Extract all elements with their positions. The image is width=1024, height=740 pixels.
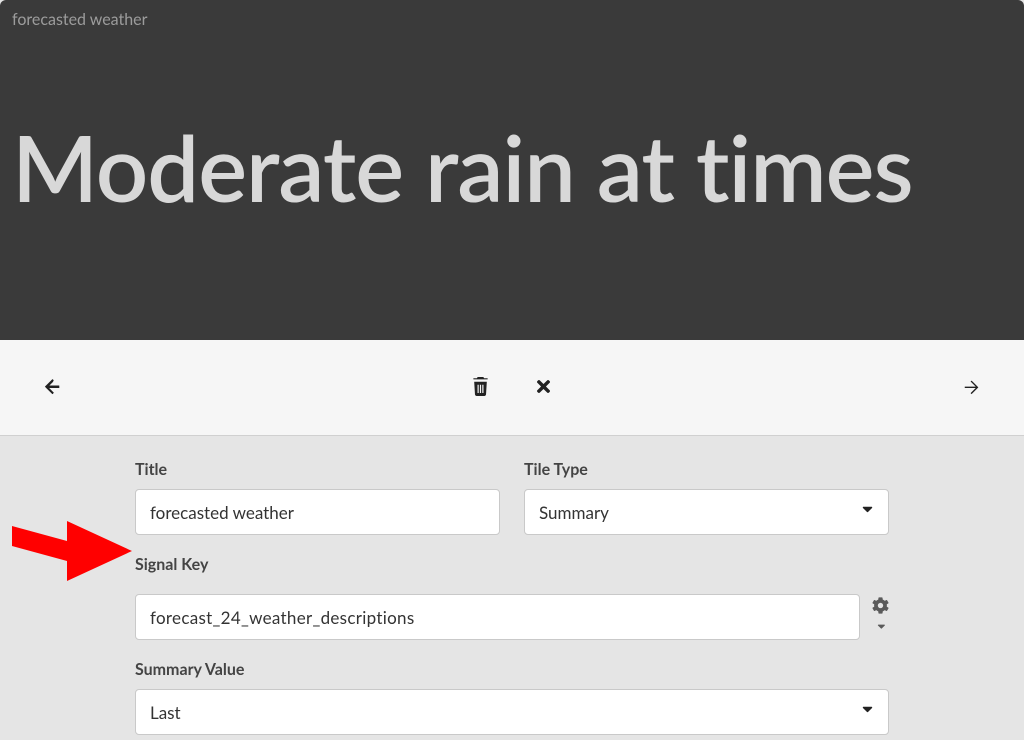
title-label: Title	[135, 460, 500, 479]
title-input[interactable]	[135, 489, 500, 535]
tile-type-label: Tile Type	[524, 460, 889, 479]
delete-button[interactable]	[463, 369, 498, 407]
tile-type-field: Tile Type Summary	[524, 460, 889, 535]
title-field: Title	[135, 460, 500, 535]
pointer-arrow-icon	[12, 516, 132, 586]
signal-key-field: Signal Key	[135, 555, 889, 584]
signal-key-label: Signal Key	[135, 555, 889, 574]
caret-down-icon	[875, 618, 887, 637]
close-icon	[534, 377, 553, 399]
summary-value-label: Summary Value	[135, 660, 889, 679]
tile-settings-form: Title Tile Type Summary Signal Key	[0, 436, 1024, 740]
tile-toolbar	[0, 340, 1024, 436]
tile-subtitle: forecasted weather	[12, 10, 1012, 29]
tile-type-select[interactable]: Summary	[524, 489, 889, 535]
signal-key-input[interactable]	[135, 594, 860, 640]
summary-value-select[interactable]: Last	[135, 689, 889, 735]
arrow-left-icon	[40, 375, 62, 400]
close-button[interactable]	[526, 369, 561, 407]
next-button[interactable]	[954, 367, 992, 408]
prev-button[interactable]	[32, 367, 70, 408]
tile-preview: forecasted weather Moderate rain at time…	[0, 0, 1024, 340]
trash-icon	[471, 377, 490, 399]
arrow-right-icon	[962, 375, 984, 400]
summary-value-field: Summary Value Last	[135, 660, 889, 735]
signal-key-settings-button[interactable]	[872, 597, 889, 637]
tile-value: Moderate rain at times	[12, 119, 1012, 216]
gear-icon	[872, 597, 889, 618]
